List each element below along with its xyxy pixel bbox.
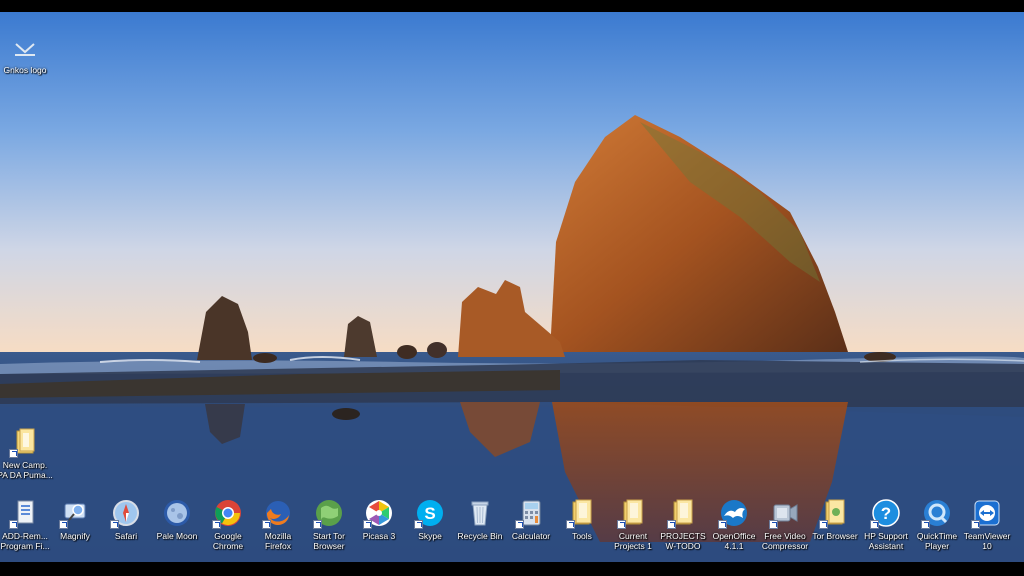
calculator-icon (515, 498, 546, 529)
folder-icon (617, 498, 648, 529)
folder-icon (566, 498, 597, 529)
desktop-icon-label: Gnkos logo (3, 65, 47, 75)
quicktime-icon (921, 498, 952, 529)
desktop-icon-teamviewer[interactable]: TeamViewer 10 (956, 498, 1018, 551)
desktop-icon-label: TeamViewer 10 (963, 531, 1011, 551)
letterbox-bottom (0, 562, 1024, 576)
wallpaper-image (0, 12, 1024, 562)
firefox-icon (262, 498, 293, 529)
magnify-icon (59, 498, 90, 529)
tor-globe-icon (313, 498, 344, 529)
openoffice-icon (718, 498, 749, 529)
skype-icon: S (414, 498, 445, 529)
logo-icon (10, 32, 40, 62)
letterbox-top (0, 0, 1024, 12)
recycle-bin-icon (465, 498, 495, 528)
chrome-icon (212, 498, 243, 529)
folder-icon (667, 498, 698, 529)
svg-text:S: S (424, 504, 435, 523)
pale-moon-icon (162, 498, 192, 528)
safari-icon (110, 498, 141, 529)
picasa-icon (363, 498, 394, 529)
folder-icon (9, 427, 40, 458)
teamviewer-icon (971, 498, 1002, 529)
folder-icon (819, 498, 850, 529)
svg-text:?: ? (881, 504, 891, 523)
desktop-icon-logo[interactable]: Gnkos logo (0, 32, 56, 75)
video-compressor-icon (769, 498, 800, 529)
desktop-icon-label: New Camp. PA DA Puma... (0, 460, 53, 480)
desktop-icon-new-camp-folder[interactable]: New Camp. PA DA Puma... (0, 427, 56, 480)
desktop[interactable]: Gnkos logo New Camp. PA DA Puma... ADD-R… (0, 12, 1024, 562)
control-panel-icon (9, 498, 40, 529)
help-icon: ? (870, 498, 901, 529)
